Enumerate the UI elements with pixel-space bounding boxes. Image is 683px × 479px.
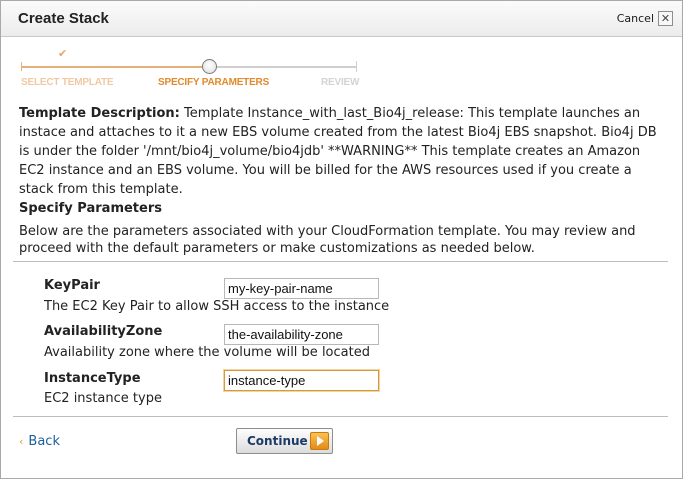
specify-parameters-heading: Specify Parameters <box>19 201 162 216</box>
continue-label: Continue <box>247 434 308 448</box>
param-instancetype-description: EC2 instance type <box>44 391 162 406</box>
back-link[interactable]: ‹ Back <box>19 434 60 449</box>
param-instancetype-label: InstanceType <box>44 371 141 386</box>
current-step-indicator <box>202 59 217 74</box>
param-keypair-description: The EC2 Key Pair to allow SSH access to … <box>44 299 390 314</box>
instancetype-input[interactable] <box>224 370 379 391</box>
cancel-link[interactable]: Cancel <box>617 12 654 25</box>
param-availabilityzone-description: Availability zone where the volume will … <box>44 345 370 360</box>
create-stack-dialog: Create Stack Cancel ✕ ✔ SELECT TEMPLATE … <box>0 0 683 479</box>
param-availabilityzone-label: AvailabilityZone <box>44 324 163 339</box>
check-icon: ✔ <box>58 47 68 60</box>
availabilityzone-input[interactable] <box>224 324 379 345</box>
wizard-progress-todo-line <box>217 66 357 68</box>
divider <box>13 416 668 417</box>
continue-button[interactable]: Continue <box>236 428 333 454</box>
step-review: REVIEW <box>321 77 360 88</box>
wizard-progress: ✔ SELECT TEMPLATE SPECIFY PARAMETERS REV… <box>1 37 682 97</box>
divider <box>13 261 668 262</box>
template-description-heading: Template Description: <box>19 106 180 121</box>
chevron-left-icon: ‹ <box>19 435 24 448</box>
param-keypair-label: KeyPair <box>44 278 100 293</box>
wizard-progress-done-line <box>21 66 203 68</box>
keypair-input[interactable] <box>224 278 379 299</box>
wizard-end-tick <box>356 61 357 72</box>
dialog-titlebar: Create Stack Cancel ✕ <box>1 1 682 37</box>
step-specify-parameters: SPECIFY PARAMETERS <box>158 77 270 88</box>
step-select-template[interactable]: SELECT TEMPLATE <box>21 77 114 88</box>
close-icon[interactable]: ✕ <box>658 11 673 26</box>
parameters-intro: Below are the parameters associated with… <box>19 224 636 256</box>
template-description: Template Description: Template Instance_… <box>19 104 659 199</box>
dialog-title: Create Stack <box>18 10 109 27</box>
play-arrow-icon <box>310 432 329 450</box>
back-label: Back <box>28 434 60 449</box>
